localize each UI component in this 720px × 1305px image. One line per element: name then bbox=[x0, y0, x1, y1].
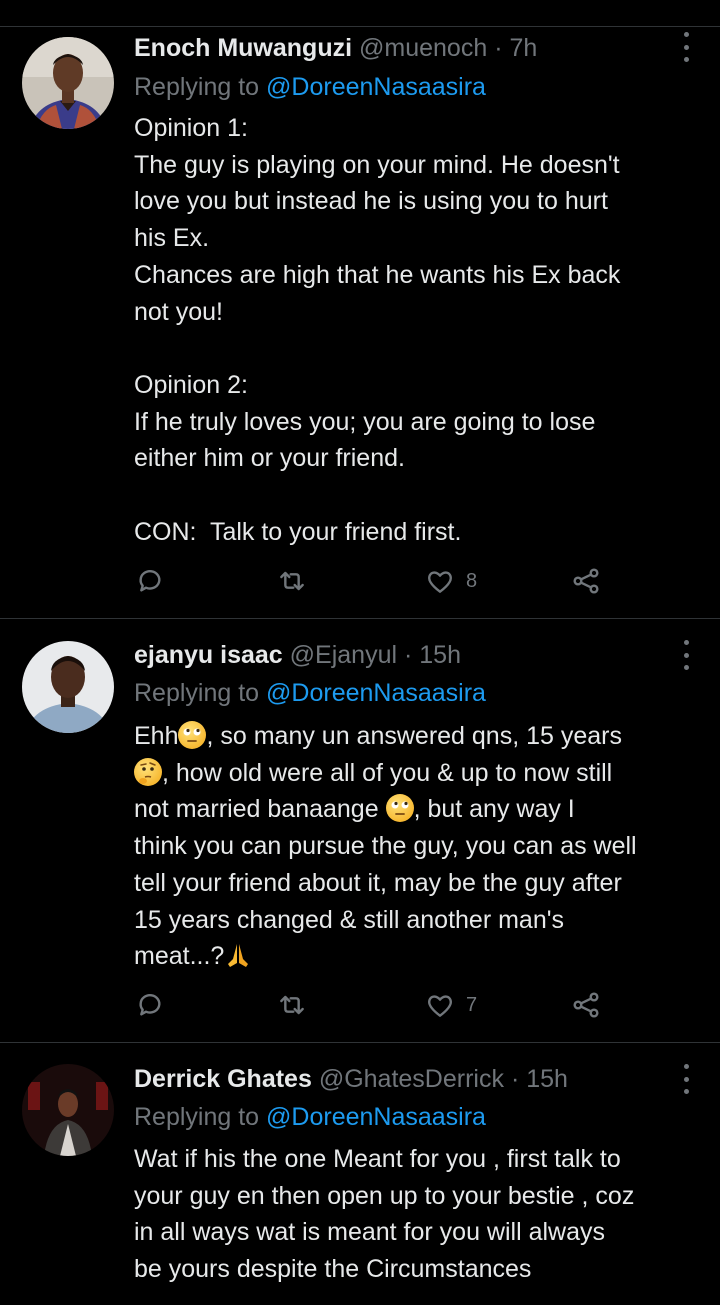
profile-photo-icon bbox=[22, 641, 114, 733]
replying-prefix: Replying to bbox=[134, 73, 267, 101]
display-name[interactable]: ejanyu isaac bbox=[134, 641, 283, 669]
replying-to: Replying to @DoreenNasaasira bbox=[134, 676, 700, 710]
mention-link[interactable]: @DoreenNasaasira bbox=[266, 679, 486, 707]
timestamp[interactable]: 7h bbox=[509, 34, 537, 62]
tweet-actions: 8 bbox=[134, 564, 614, 598]
text-segment: Ehh bbox=[134, 722, 179, 750]
separator-dot: · bbox=[510, 1065, 520, 1093]
replying-to: Replying to @DoreenNasaasira bbox=[134, 1100, 700, 1134]
mention-link[interactable]: @DoreenNasaasira bbox=[266, 1103, 486, 1131]
text-segment: think you can pursue the guy, you can as… bbox=[134, 832, 637, 861]
folded-hands-emoji bbox=[224, 941, 252, 969]
tweet-actions: 7 bbox=[134, 988, 614, 1022]
timestamp[interactable]: 15h bbox=[419, 641, 461, 669]
text-segment: 15 years changed & still another man's bbox=[134, 905, 565, 934]
share-icon bbox=[573, 568, 599, 594]
replying-prefix: Replying to bbox=[134, 1103, 267, 1131]
like-count: 7 bbox=[466, 993, 478, 1016]
profile-photo-icon bbox=[22, 1064, 114, 1156]
like-icon bbox=[428, 995, 452, 1017]
tweet-header: ejanyu isaac @Ejanyul · 15h bbox=[134, 638, 660, 672]
text-segment: meat...? bbox=[134, 942, 225, 971]
text-segment: tell your friend about it, may be the gu… bbox=[134, 868, 622, 897]
tweet-text: Wat if his the one Meant for you , first… bbox=[134, 1145, 635, 1284]
tweet-text: Opinion 1: The guy is playing on your mi… bbox=[134, 114, 621, 546]
more-options-icon[interactable] bbox=[678, 32, 694, 62]
like-count: 8 bbox=[466, 569, 478, 592]
more-options-icon[interactable] bbox=[678, 1064, 694, 1094]
user-handle[interactable]: @muenoch bbox=[359, 34, 487, 62]
user-handle[interactable]: @GhatesDerrick bbox=[319, 1065, 504, 1093]
tweet-header: Enoch Muwanguzi @muenoch · 7h bbox=[134, 31, 660, 65]
text-segment: not married banaange bbox=[134, 795, 386, 824]
mention-link[interactable]: @DoreenNasaasira bbox=[266, 73, 486, 101]
profile-photo-icon bbox=[22, 37, 114, 129]
tweet-text: Ehh , so many un answered qns, 15 years ,… bbox=[134, 718, 704, 975]
face-with-rolling-eyes-emoji bbox=[385, 794, 414, 823]
reply-icon bbox=[139, 569, 161, 592]
timestamp[interactable]: 15h bbox=[526, 1065, 568, 1093]
avatar[interactable] bbox=[22, 37, 114, 129]
share-button[interactable] bbox=[570, 564, 602, 598]
reply-icon bbox=[139, 993, 161, 1016]
share-button[interactable] bbox=[570, 988, 602, 1022]
display-name[interactable]: Enoch Muwanguzi bbox=[134, 34, 352, 62]
tweet-header: Derrick Ghates @GhatesDerrick · 15h bbox=[134, 1062, 660, 1096]
top-divider bbox=[0, 26, 720, 27]
user-handle[interactable]: @Ejanyul bbox=[290, 641, 397, 669]
face-with-rolling-eyes-emoji bbox=[178, 721, 207, 749]
text-segment: , how old were all of you & up to now st… bbox=[162, 758, 613, 787]
reply-button[interactable] bbox=[134, 564, 166, 598]
replying-to: Replying to @DoreenNasaasira bbox=[134, 70, 700, 104]
like-icon bbox=[428, 571, 452, 593]
text-segment: , but any way I bbox=[413, 795, 575, 824]
like-button[interactable]: 7 bbox=[424, 988, 477, 1022]
retweet-icon bbox=[280, 571, 304, 591]
thinking-face-emoji bbox=[134, 757, 162, 786]
share-icon bbox=[573, 992, 599, 1018]
reply-button[interactable] bbox=[134, 988, 166, 1022]
avatar[interactable] bbox=[22, 641, 114, 733]
replying-prefix: Replying to bbox=[134, 679, 267, 707]
tweet-divider bbox=[0, 618, 720, 619]
retweet-button[interactable] bbox=[276, 988, 308, 1022]
retweet-button[interactable] bbox=[276, 564, 308, 598]
display-name[interactable]: Derrick Ghates bbox=[134, 1065, 312, 1093]
separator-dot: · bbox=[494, 34, 503, 62]
text-segment: , so many un answered qns, 15 years bbox=[206, 722, 622, 750]
retweet-icon bbox=[280, 995, 304, 1015]
tweet-divider bbox=[0, 1042, 720, 1043]
more-options-icon[interactable] bbox=[678, 640, 694, 670]
separator-dot: · bbox=[404, 641, 413, 669]
avatar[interactable] bbox=[22, 1064, 114, 1156]
like-button[interactable]: 8 bbox=[424, 564, 477, 598]
